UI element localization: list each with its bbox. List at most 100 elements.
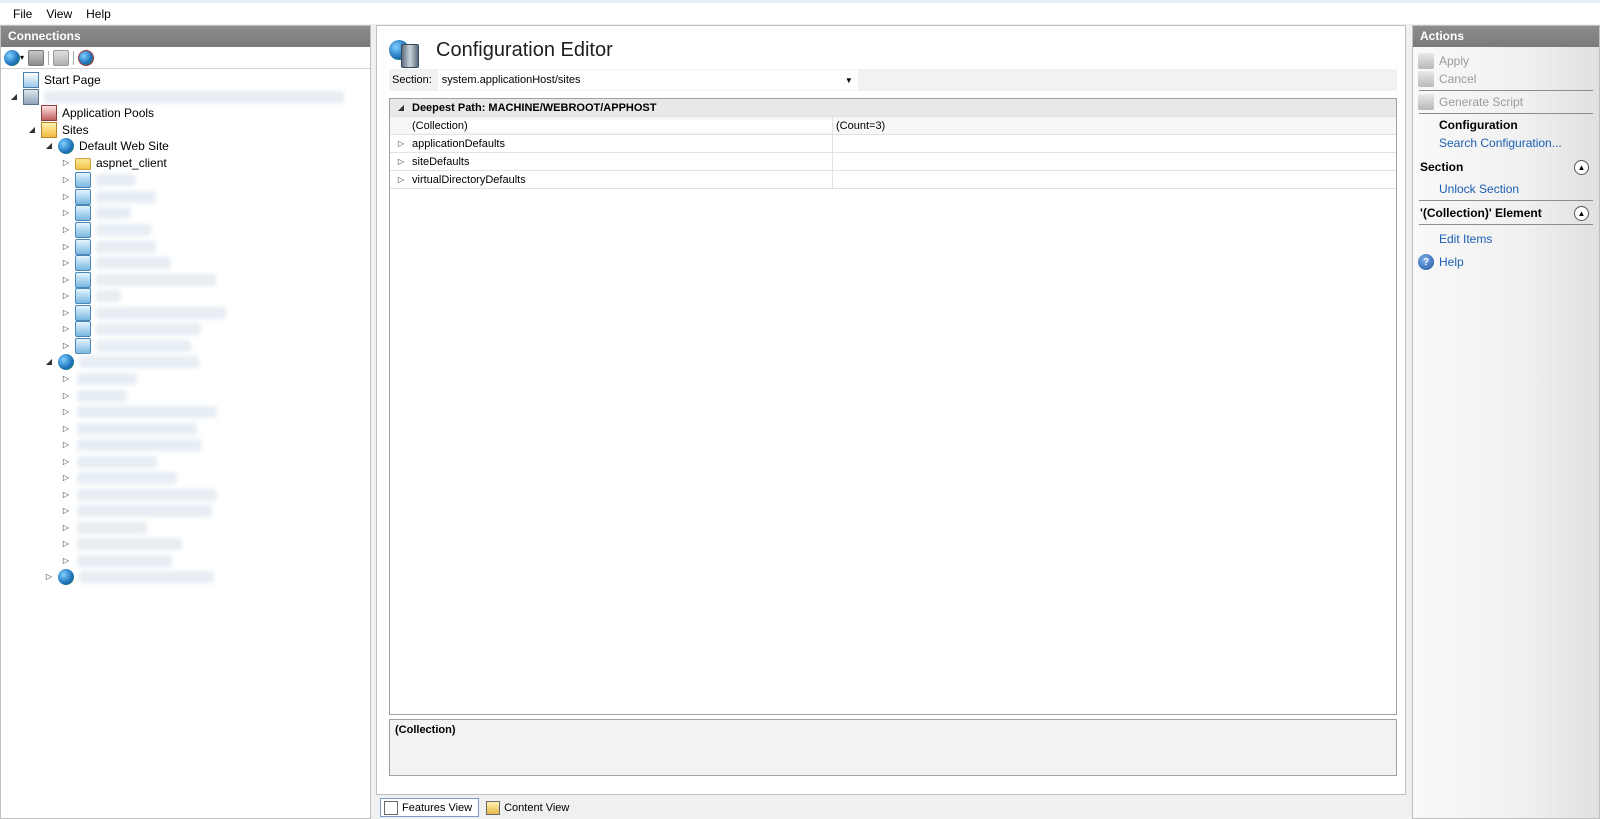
tree-item-app[interactable]: ▷ [61, 370, 137, 387]
table-row[interactable]: ▷ siteDefaults [390, 153, 1396, 171]
chevron-up-icon[interactable]: ▲ [1574, 159, 1589, 175]
expand-icon[interactable]: ▷ [61, 258, 71, 267]
tree-item-app[interactable]: ▷ [61, 420, 197, 437]
tree-item-app[interactable]: ▷ [61, 188, 156, 205]
expand-icon[interactable]: ▷ [61, 324, 71, 333]
tree-item-app[interactable]: ▷ [61, 204, 131, 221]
table-row[interactable]: ▷ virtualDirectoryDefaults [390, 171, 1396, 189]
expand-icon[interactable]: ▷ [44, 572, 54, 581]
section-group-header[interactable]: Section ▲ [1413, 156, 1599, 178]
tree-item-aspnet-client[interactable]: ▷ aspnet_client [61, 154, 167, 171]
expand-icon[interactable]: ▷ [390, 157, 412, 166]
expand-icon[interactable]: ▷ [61, 424, 71, 433]
property-value[interactable] [832, 135, 1396, 152]
cancel-action[interactable]: Cancel [1413, 70, 1599, 88]
tree-item-site[interactable]: ▷ [44, 568, 214, 585]
tree-item-app[interactable]: ▷ [61, 387, 127, 404]
chevron-down-icon[interactable]: ▾ [20, 53, 24, 62]
tree-item-app[interactable]: ▷ [61, 171, 136, 188]
tree-item-app[interactable]: ▷ [61, 486, 217, 503]
expand-icon[interactable]: ▷ [61, 374, 71, 383]
expand-icon[interactable]: ▷ [61, 506, 71, 515]
menu-file[interactable]: File [6, 7, 39, 21]
expand-icon[interactable]: ▷ [61, 275, 71, 284]
edit-items-link[interactable]: Edit Items [1413, 230, 1599, 248]
menu-help[interactable]: Help [79, 7, 118, 21]
chevron-down-icon[interactable]: ▼ [845, 76, 853, 85]
expand-icon[interactable]: ▷ [61, 192, 71, 201]
toolbar-divider [48, 50, 50, 65]
menu-view[interactable]: View [39, 7, 79, 21]
disconnect-icon[interactable] [78, 49, 95, 66]
tree-item-app[interactable]: ▷ [61, 469, 177, 486]
table-row[interactable]: ▷ applicationDefaults [390, 135, 1396, 153]
tree-item-app-pools[interactable]: Application Pools [41, 104, 154, 121]
up-icon[interactable] [53, 49, 70, 66]
expand-icon[interactable]: ▷ [61, 308, 71, 317]
tree-item-default-web-site[interactable]: ◢ Default Web Site [44, 137, 169, 154]
connect-icon[interactable] [4, 49, 20, 66]
actions-divider [1419, 90, 1593, 91]
tree-item-app[interactable]: ▷ [61, 320, 201, 337]
tree-item-app[interactable]: ▷ [61, 436, 202, 453]
chevron-up-icon[interactable]: ▲ [1574, 205, 1589, 221]
tree-item-app[interactable]: ▷ [61, 221, 151, 238]
tree-item-app[interactable]: ▷ [61, 271, 216, 288]
redacted-label [96, 173, 136, 186]
property-value[interactable] [832, 153, 1396, 170]
table-row[interactable]: (Collection) (Count=3) [390, 117, 1396, 135]
collapse-icon[interactable]: ◢ [44, 357, 54, 366]
tree-item-app[interactable]: ▷ [61, 552, 172, 569]
apply-action[interactable]: Apply [1413, 52, 1599, 70]
expand-icon[interactable]: ▷ [61, 208, 71, 217]
save-icon[interactable] [28, 49, 45, 66]
element-group-header[interactable]: '(Collection)' Element ▲ [1413, 202, 1599, 224]
unlock-section-link[interactable]: Unlock Section [1413, 180, 1599, 198]
expand-icon[interactable]: ▷ [61, 175, 71, 184]
tab-features-view[interactable]: Features View [380, 798, 480, 817]
expand-icon[interactable]: ▷ [61, 523, 71, 532]
tree-item-sites[interactable]: ◢ Sites [27, 121, 89, 138]
application-icon [75, 171, 91, 188]
expand-icon[interactable]: ▷ [61, 291, 71, 300]
expand-icon[interactable]: ▷ [390, 139, 412, 148]
tree-item-server[interactable]: ◢ [9, 88, 344, 105]
collapse-icon[interactable]: ◢ [390, 103, 412, 112]
expand-icon[interactable]: ▷ [61, 440, 71, 449]
expand-icon[interactable]: ▷ [61, 407, 71, 416]
section-dropdown[interactable]: system.applicationHost/sites ▼ [437, 70, 858, 90]
tree-item-app[interactable]: ▷ [61, 254, 171, 271]
tree-item-app[interactable]: ▷ [61, 238, 156, 255]
property-value[interactable] [832, 171, 1396, 188]
tree-item-app[interactable]: ▷ [61, 535, 182, 552]
expand-icon[interactable]: ▷ [61, 539, 71, 548]
property-value[interactable]: (Count=3) [832, 117, 1396, 134]
generate-script-action[interactable]: Generate Script [1413, 93, 1599, 111]
collapse-icon[interactable]: ◢ [27, 125, 37, 134]
search-configuration-link[interactable]: Search Configuration... [1413, 134, 1599, 152]
expand-icon[interactable]: ▷ [61, 556, 71, 565]
tree-item-app[interactable]: ▷ [61, 337, 191, 354]
expand-icon[interactable]: ▷ [61, 391, 71, 400]
expand-icon[interactable]: ▷ [61, 490, 71, 499]
expand-icon[interactable]: ▷ [61, 242, 71, 251]
tree-item-app[interactable]: ▷ [61, 519, 147, 536]
expand-icon[interactable]: ▷ [61, 341, 71, 350]
expand-icon[interactable]: ▷ [61, 158, 71, 167]
tree-item-app[interactable]: ▷ [61, 502, 212, 519]
tree-item-site[interactable]: ◢ [44, 353, 199, 370]
tree-item-app[interactable]: ▷ [61, 304, 226, 321]
tree-item-app[interactable]: ▷ [61, 287, 121, 304]
collapse-icon[interactable]: ◢ [44, 141, 54, 150]
expand-icon[interactable]: ▷ [61, 457, 71, 466]
expand-icon[interactable]: ▷ [390, 175, 412, 184]
tree-item-start-page[interactable]: Start Page [23, 71, 101, 88]
collapse-icon[interactable]: ◢ [9, 92, 19, 101]
expand-icon[interactable]: ▷ [61, 225, 71, 234]
expand-icon[interactable]: ▷ [61, 473, 71, 482]
tree-item-app[interactable]: ▷ [61, 453, 157, 470]
help-link[interactable]: ? Help [1413, 253, 1599, 271]
tab-content-view[interactable]: Content View [483, 798, 575, 817]
deepest-path-header[interactable]: ◢ Deepest Path: MACHINE/WEBROOT/APPHOST [390, 99, 1396, 117]
tree-item-app[interactable]: ▷ [61, 403, 217, 420]
